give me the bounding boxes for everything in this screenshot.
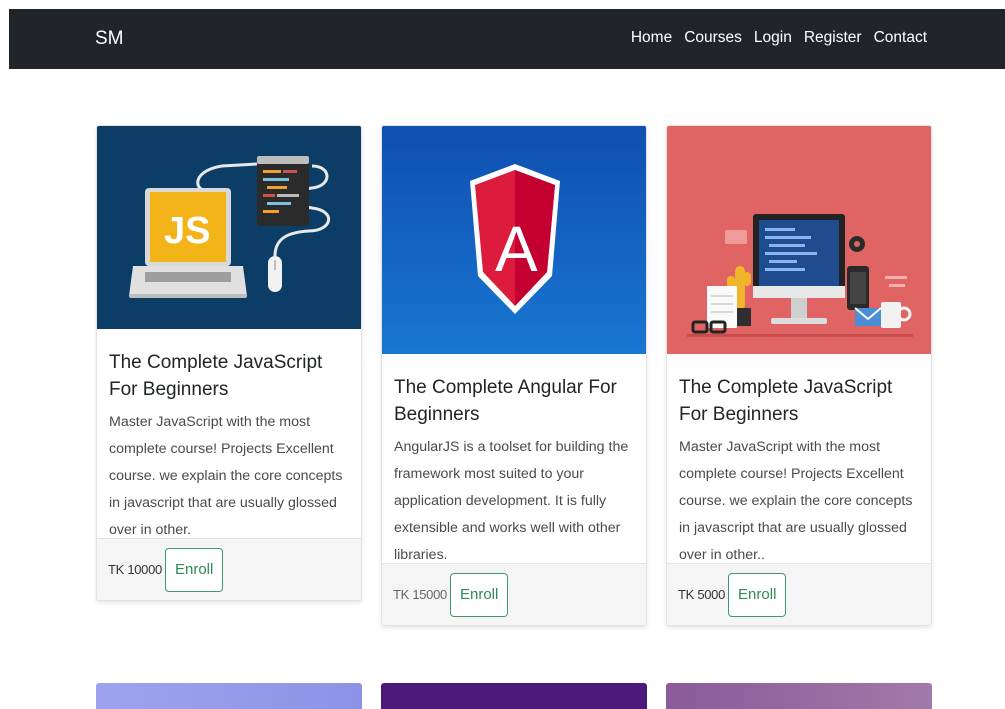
enroll-button[interactable]: Enroll [449, 572, 509, 617]
course-image-angular: A [382, 126, 646, 354]
card-footer: TK 5000 Enroll [667, 563, 931, 625]
course-description: Master JavaScript with the most complete… [109, 414, 343, 538]
course-card: The Complete JavaScript For Beginners Ma… [666, 125, 932, 626]
brand-logo[interactable]: SM [95, 28, 124, 50]
laptop-js-illustration [129, 156, 331, 298]
js-logo-badge: JS [164, 210, 211, 252]
card-body: The Complete JavaScript For Beginners Ma… [667, 354, 931, 581]
workspace-illustration [687, 214, 913, 337]
card-body: The Complete JavaScript For Beginners Ma… [97, 329, 361, 556]
enroll-button[interactable]: Enroll [728, 572, 787, 617]
enroll-button[interactable]: Enroll [164, 547, 224, 592]
nav-link-register[interactable]: Register [804, 29, 862, 47]
card-body: The Complete Angular For Beginners Angul… [382, 354, 646, 581]
course-description: AngularJS is a toolset for building the … [394, 439, 629, 563]
course-card-partial[interactable] [666, 683, 932, 709]
nav-link-courses[interactable]: Courses [684, 29, 742, 47]
course-card-partial[interactable] [96, 683, 362, 709]
card-footer: TK 10000 Enroll [97, 538, 361, 600]
navbar: SM Home Courses Login Register Contact [9, 9, 1005, 69]
course-title[interactable]: The Complete Angular For Beginners [394, 374, 634, 428]
course-card-partial[interactable] [381, 683, 647, 709]
course-image-workspace [667, 126, 931, 354]
nav-links: Home Courses Login Register Contact [631, 29, 927, 47]
course-price: TK 5000 [678, 587, 726, 602]
nav-link-home[interactable]: Home [631, 29, 672, 47]
nav-link-login[interactable]: Login [754, 29, 792, 47]
course-title[interactable]: The Complete JavaScript For Beginners [679, 374, 919, 428]
course-price: TK 10000 [108, 562, 162, 577]
card-footer: TK 15000 Enroll [382, 563, 646, 625]
course-title[interactable]: The Complete JavaScript For Beginners [109, 349, 349, 403]
course-card: A The Complete Angular For Beginners Ang… [381, 125, 647, 626]
course-card: JS The Complete JavaScript For Beginners… [96, 125, 362, 601]
course-price: TK 15000 [393, 587, 447, 602]
course-image-javascript: JS [97, 126, 361, 329]
course-description: Master JavaScript with the most complete… [679, 439, 913, 563]
angular-logo-badge: A [495, 213, 538, 285]
nav-link-contact[interactable]: Contact [874, 29, 927, 47]
